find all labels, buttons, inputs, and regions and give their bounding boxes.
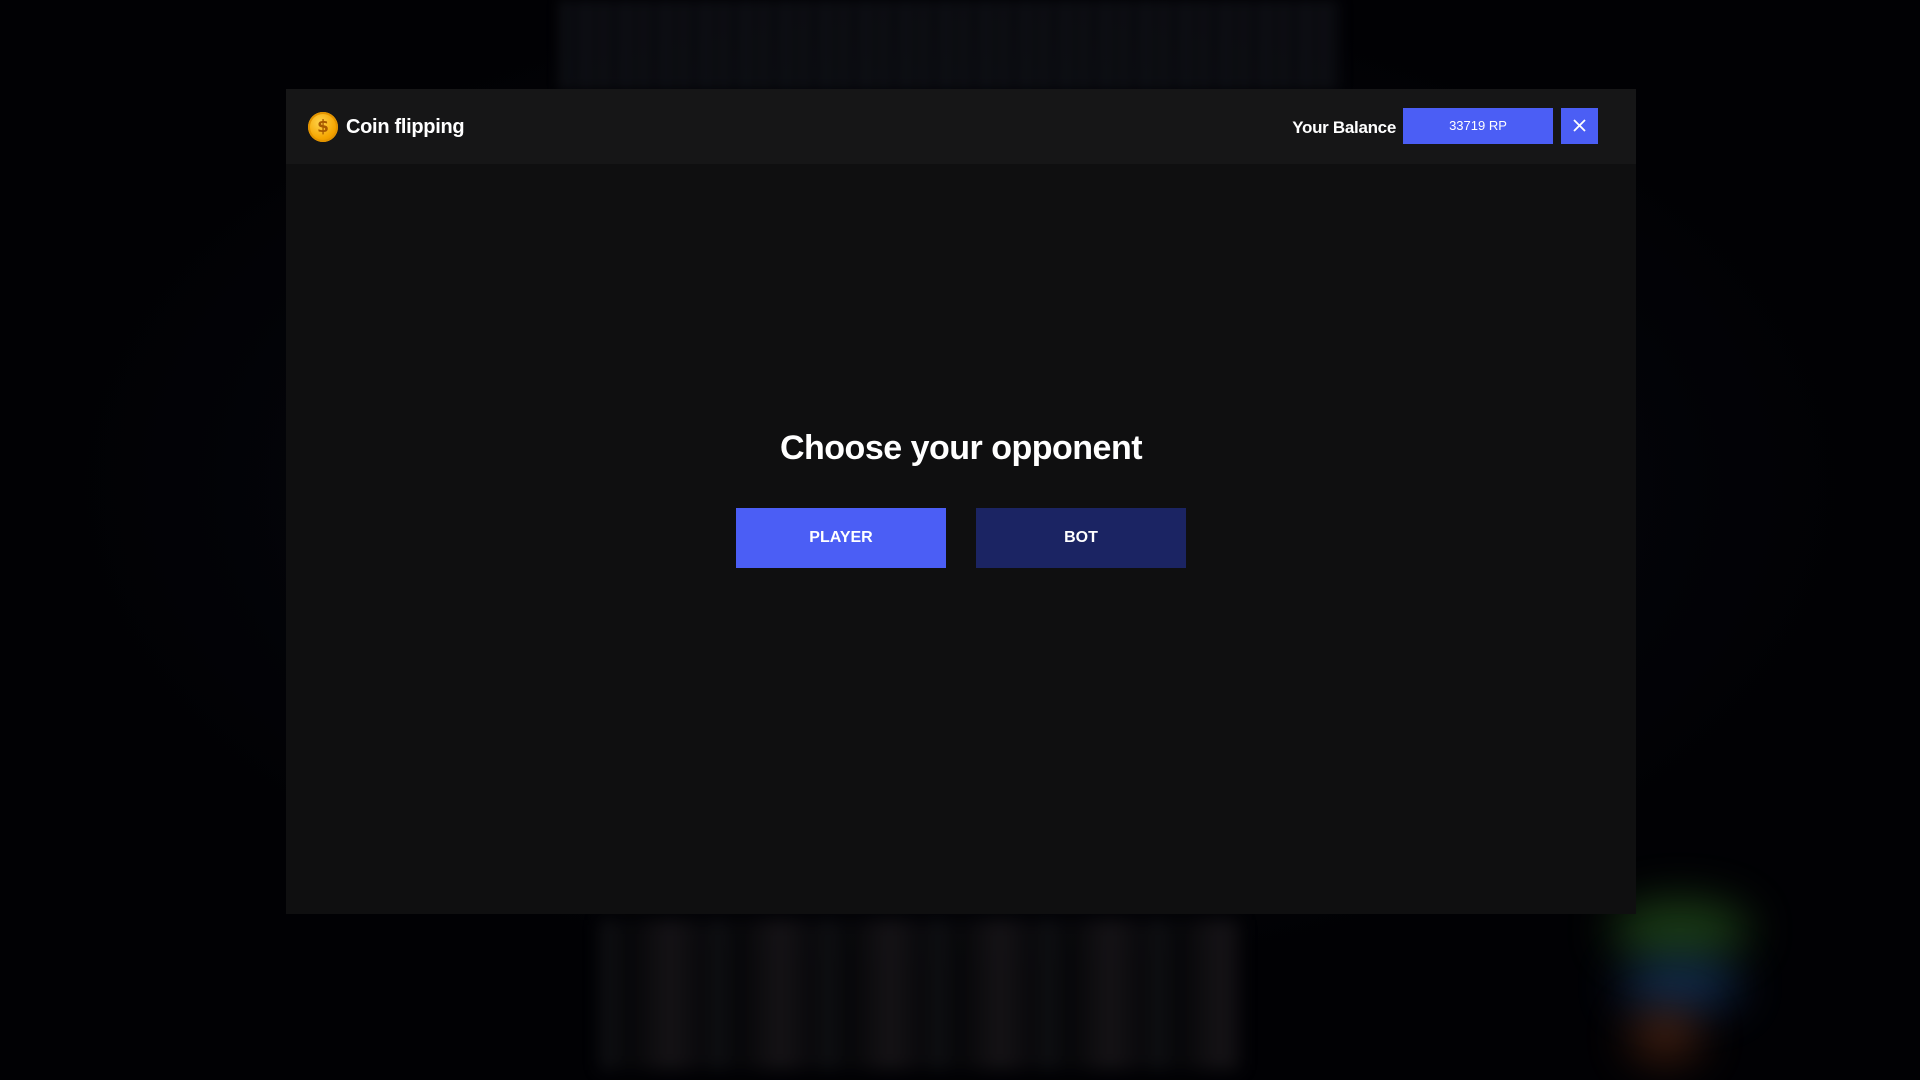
modal-title: Coin flipping xyxy=(346,116,465,138)
background-blur-top xyxy=(560,0,1340,90)
balance-value: 33719 RP xyxy=(1403,108,1553,144)
background-blob-orange xyxy=(1630,1010,1700,1060)
bot-button[interactable]: BOT xyxy=(976,508,1186,568)
background-blur-bottom xyxy=(600,920,1240,1070)
modal-header: $ Coin flipping Your Balance 33719 RP xyxy=(286,89,1636,164)
choose-opponent-heading: Choose your opponent xyxy=(779,429,1143,467)
close-icon xyxy=(1573,119,1586,132)
coin-icon: $ xyxy=(308,112,338,142)
balance-label: Your Balance xyxy=(1292,118,1396,137)
background-blob-blue xyxy=(1620,960,1740,1010)
close-button[interactable] xyxy=(1561,108,1598,144)
coin-flip-modal: $ Coin flipping Your Balance 33719 RP Ch… xyxy=(286,89,1636,914)
player-button[interactable]: PLAYER xyxy=(736,508,946,568)
